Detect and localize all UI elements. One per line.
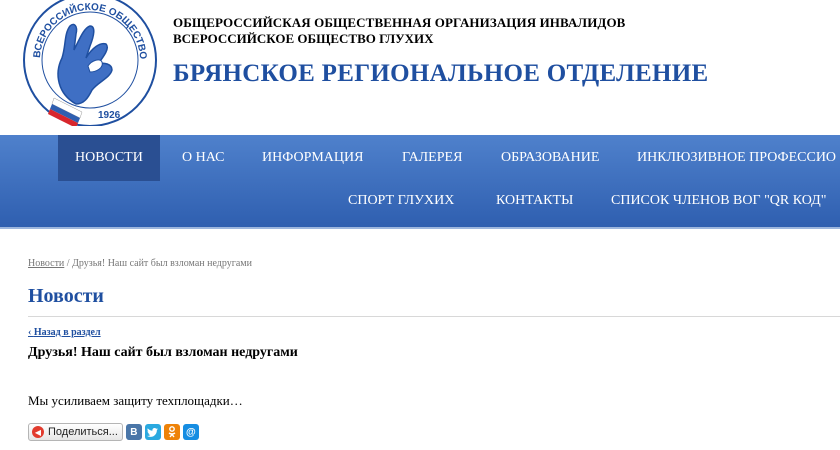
back-to-section-link[interactable]: ‹ Назад в раздел bbox=[28, 327, 101, 338]
share-button-label: Поделиться... bbox=[48, 426, 118, 438]
main-navigation: НОВОСТИ О НАС ИНФОРМАЦИЯ ГАЛЕРЕЯ ОБРАЗОВ… bbox=[0, 135, 840, 229]
org-name-line2: ВСЕРОССИЙСКОЕ ОБЩЕСТВО ГЛУХИХ bbox=[173, 31, 434, 46]
nav-item-members-qr[interactable]: СПИСОК ЧЛЕНОВ ВОГ "QR КОД" bbox=[611, 193, 826, 209]
nav-item-deaf-sports[interactable]: СПОРТ ГЛУХИХ bbox=[348, 193, 454, 209]
nav-item-education[interactable]: ОБРАЗОВАНИЕ bbox=[501, 150, 599, 166]
share-toolbar: ◀ Поделиться... В @ bbox=[28, 423, 199, 441]
breadcrumb-current: Друзья! Наш сайт был взломан недругами bbox=[72, 258, 252, 269]
site-header: ВСЕРОССИЙСКОЕ ОБЩЕСТВО ГЛУХИХ 1926 ОБЩЕР… bbox=[0, 0, 840, 135]
svg-text:1926: 1926 bbox=[98, 110, 121, 121]
title-divider bbox=[28, 316, 840, 317]
org-name-line1: ОБЩЕРОССИЙСКАЯ ОБЩЕСТВЕННАЯ ОРГАНИЗАЦИЯ … bbox=[173, 15, 626, 30]
twitter-share-icon[interactable] bbox=[144, 424, 161, 440]
nav-item-information[interactable]: ИНФОРМАЦИЯ bbox=[262, 150, 363, 166]
nav-item-inclusive[interactable]: ИНКЛЮЗИВНОЕ ПРОФЕССИО bbox=[637, 150, 836, 166]
nav-item-about[interactable]: О НАС bbox=[182, 150, 224, 166]
nav-item-gallery[interactable]: ГАЛЕРЕЯ bbox=[402, 150, 462, 166]
share-button[interactable]: ◀ Поделиться... bbox=[28, 423, 123, 441]
breadcrumb-link-news[interactable]: Новости bbox=[28, 258, 64, 269]
back-link-label: Назад в раздел bbox=[33, 327, 101, 338]
mail-share-icon[interactable]: @ bbox=[182, 424, 199, 440]
vog-logo-icon[interactable]: ВСЕРОССИЙСКОЕ ОБЩЕСТВО ГЛУХИХ 1926 bbox=[18, 0, 158, 126]
vk-share-icon[interactable]: В bbox=[125, 424, 142, 440]
breadcrumb: Новости / Друзья! Наш сайт был взломан н… bbox=[28, 258, 252, 269]
page-title: Новости bbox=[28, 285, 104, 307]
breadcrumb-separator: / bbox=[64, 258, 73, 269]
regional-branch-title: БРЯНСКОЕ РЕГИОНАЛЬНОЕ ОТДЕЛЕНИЕ bbox=[173, 60, 709, 87]
nav-item-news[interactable]: НОВОСТИ bbox=[58, 135, 160, 181]
nav-item-contacts[interactable]: КОНТАКТЫ bbox=[496, 193, 573, 209]
share-icon: ◀ bbox=[32, 426, 44, 438]
odnoklassniki-share-icon[interactable] bbox=[163, 424, 180, 440]
article-title: Друзья! Наш сайт был взломан недругами bbox=[28, 345, 298, 360]
article-body: Мы усиливаем защиту техплощадки… bbox=[28, 393, 243, 408]
